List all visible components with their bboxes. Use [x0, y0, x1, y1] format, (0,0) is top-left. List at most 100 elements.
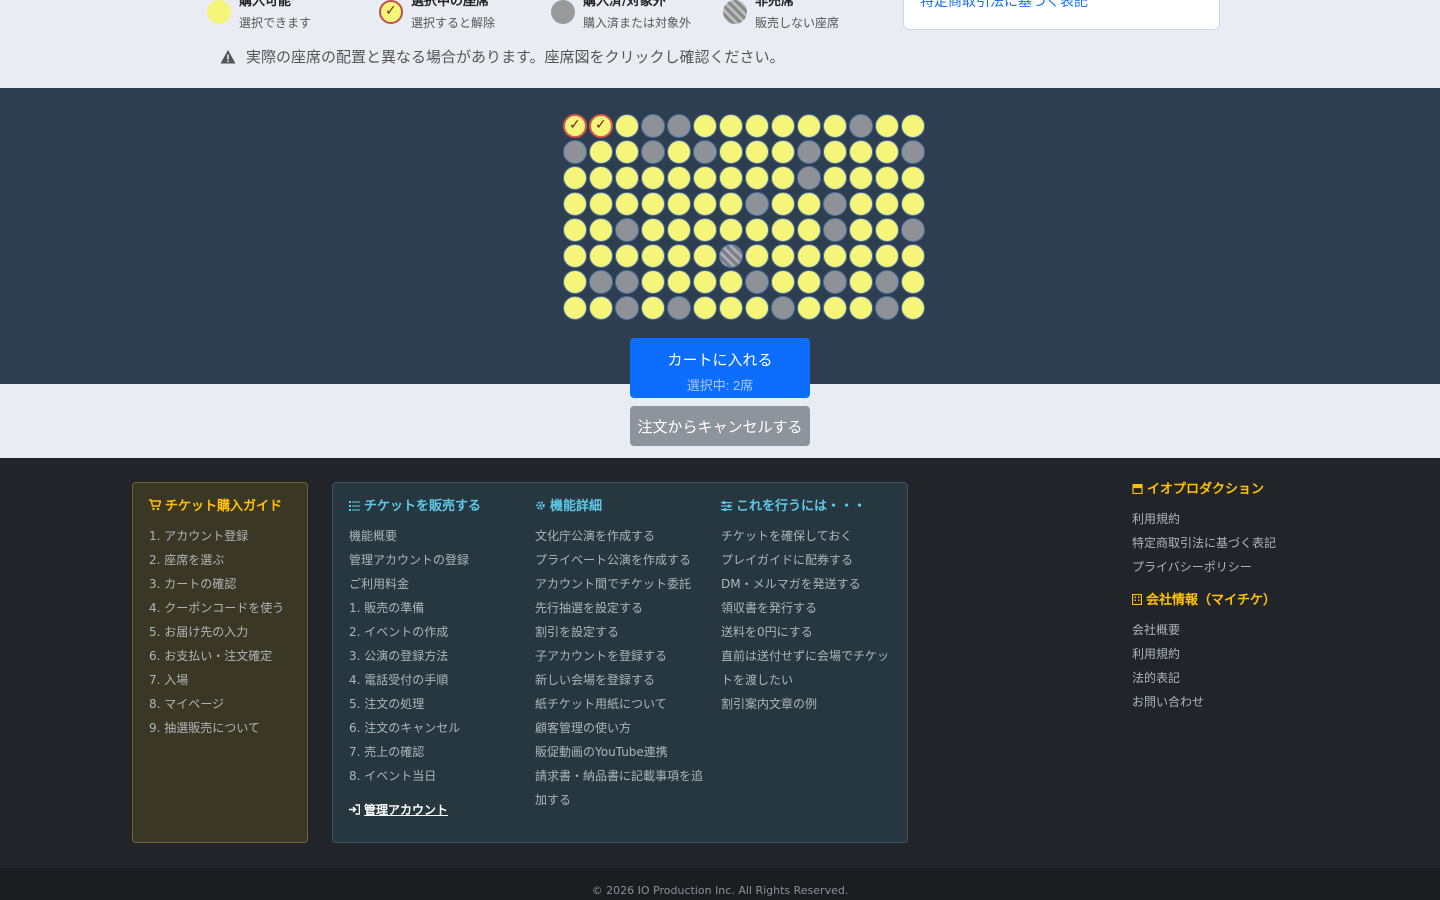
seat-available[interactable]: [641, 270, 665, 294]
seat-available[interactable]: [615, 140, 639, 164]
seat-available[interactable]: [641, 166, 665, 190]
seat-available[interactable]: [719, 270, 743, 294]
footer-link[interactable]: 機能概要: [349, 524, 519, 548]
footer-link[interactable]: 2. イベントの作成: [349, 620, 519, 644]
footer-link[interactable]: 7. 入場: [149, 668, 291, 692]
seat-available[interactable]: [823, 244, 847, 268]
seat-available[interactable]: [771, 166, 795, 190]
footer-link[interactable]: 2. 座席を選ぶ: [149, 548, 291, 572]
footer-link[interactable]: 送料を0円にする: [721, 620, 891, 644]
footer-link[interactable]: 4. クーポンコードを使う: [149, 596, 291, 620]
footer-link[interactable]: 割引案内文章の例: [721, 692, 891, 716]
seat-available[interactable]: [797, 218, 821, 242]
seat-available[interactable]: [745, 244, 769, 268]
seat-available[interactable]: [875, 140, 899, 164]
seat-available[interactable]: [771, 114, 795, 138]
seat-available[interactable]: [563, 296, 587, 320]
law-link[interactable]: 特定商取引法に基づく表記: [920, 0, 1203, 12]
seat-available[interactable]: [641, 244, 665, 268]
seat-available[interactable]: [745, 140, 769, 164]
seat-available[interactable]: [615, 192, 639, 216]
seat-available[interactable]: [823, 166, 847, 190]
seat-available[interactable]: [667, 270, 691, 294]
footer-link[interactable]: お問い合わせ: [1132, 690, 1332, 714]
seat-available[interactable]: [589, 296, 613, 320]
seat-available[interactable]: [771, 270, 795, 294]
seat-available[interactable]: [771, 192, 795, 216]
seat-available[interactable]: [719, 218, 743, 242]
seat-available[interactable]: [797, 270, 821, 294]
seat-available[interactable]: [849, 192, 873, 216]
seat-available[interactable]: [797, 192, 821, 216]
seat-available[interactable]: [901, 166, 925, 190]
seat-available[interactable]: [745, 166, 769, 190]
seat-available[interactable]: [745, 218, 769, 242]
seat-available[interactable]: [563, 192, 587, 216]
seat-available[interactable]: [693, 166, 717, 190]
footer-link[interactable]: 1. アカウント登録: [149, 524, 291, 548]
footer-link[interactable]: 会社概要: [1132, 618, 1332, 642]
seat-available[interactable]: [667, 192, 691, 216]
seat-available[interactable]: [563, 244, 587, 268]
footer-link[interactable]: 特定商取引法に基づく表記: [1132, 531, 1332, 555]
seat-available[interactable]: [563, 218, 587, 242]
seat-available[interactable]: [797, 244, 821, 268]
seat-available[interactable]: [563, 166, 587, 190]
seat-available[interactable]: [823, 140, 847, 164]
admin-account-link[interactable]: 管理アカウント: [349, 801, 448, 818]
seat-available[interactable]: [875, 244, 899, 268]
seat-available[interactable]: [693, 192, 717, 216]
seat-available[interactable]: [641, 192, 665, 216]
footer-link[interactable]: 6. お支払い・注文確定: [149, 644, 291, 668]
seat-available[interactable]: [823, 296, 847, 320]
footer-link[interactable]: 管理アカウントの登録: [349, 548, 519, 572]
seat-available[interactable]: [589, 166, 613, 190]
seat-available[interactable]: [641, 218, 665, 242]
seat-available[interactable]: [797, 114, 821, 138]
footer-link[interactable]: プライベート公演を作成する: [535, 548, 705, 572]
seat-available[interactable]: [823, 114, 847, 138]
seat-available[interactable]: [849, 244, 873, 268]
seat-available[interactable]: [589, 192, 613, 216]
footer-link[interactable]: プレイガイドに配券する: [721, 548, 891, 572]
seat-available[interactable]: [615, 244, 639, 268]
cancel-order-button[interactable]: 注文からキャンセルする: [630, 406, 810, 446]
footer-link[interactable]: 8. マイページ: [149, 692, 291, 716]
footer-link[interactable]: 5. お届け先の入力: [149, 620, 291, 644]
seat-selected[interactable]: [589, 114, 613, 138]
footer-link[interactable]: 6. 注文のキャンセル: [349, 716, 519, 740]
seat-available[interactable]: [771, 140, 795, 164]
footer-link[interactable]: 子アカウントを登録する: [535, 644, 705, 668]
seat-available[interactable]: [641, 296, 665, 320]
footer-link[interactable]: 3. カートの確認: [149, 572, 291, 596]
footer-link[interactable]: 3. 公演の登録方法: [349, 644, 519, 668]
footer-link[interactable]: 8. イベント当日: [349, 764, 519, 788]
footer-link[interactable]: 9. 抽選販売について: [149, 716, 291, 740]
footer-link[interactable]: プライバシーポリシー: [1132, 555, 1332, 579]
seat-available[interactable]: [771, 218, 795, 242]
footer-link[interactable]: 利用規約: [1132, 642, 1332, 666]
footer-link[interactable]: 先行抽選を設定する: [535, 596, 705, 620]
seat-available[interactable]: [849, 218, 873, 242]
seat-available[interactable]: [745, 296, 769, 320]
seat-available[interactable]: [875, 114, 899, 138]
footer-link[interactable]: 1. 販売の準備: [349, 596, 519, 620]
seat-available[interactable]: [849, 140, 873, 164]
seat-available[interactable]: [589, 244, 613, 268]
footer-link[interactable]: ご利用料金: [349, 572, 519, 596]
footer-link[interactable]: 顧客管理の使い方: [535, 716, 705, 740]
seat-available[interactable]: [667, 166, 691, 190]
seat-available[interactable]: [693, 270, 717, 294]
footer-link[interactable]: 法的表記: [1132, 666, 1332, 690]
footer-link[interactable]: 5. 注文の処理: [349, 692, 519, 716]
seat-available[interactable]: [875, 218, 899, 242]
seat-available[interactable]: [849, 166, 873, 190]
seat-available[interactable]: [563, 270, 587, 294]
footer-link[interactable]: DM・メルマガを発送する: [721, 572, 891, 596]
footer-link[interactable]: 割引を設定する: [535, 620, 705, 644]
footer-link[interactable]: アカウント間でチケット委託: [535, 572, 705, 596]
seat-available[interactable]: [901, 296, 925, 320]
footer-link[interactable]: 7. 売上の確認: [349, 740, 519, 764]
footer-link[interactable]: 文化庁公演を作成する: [535, 524, 705, 548]
seat-selected[interactable]: [563, 114, 587, 138]
